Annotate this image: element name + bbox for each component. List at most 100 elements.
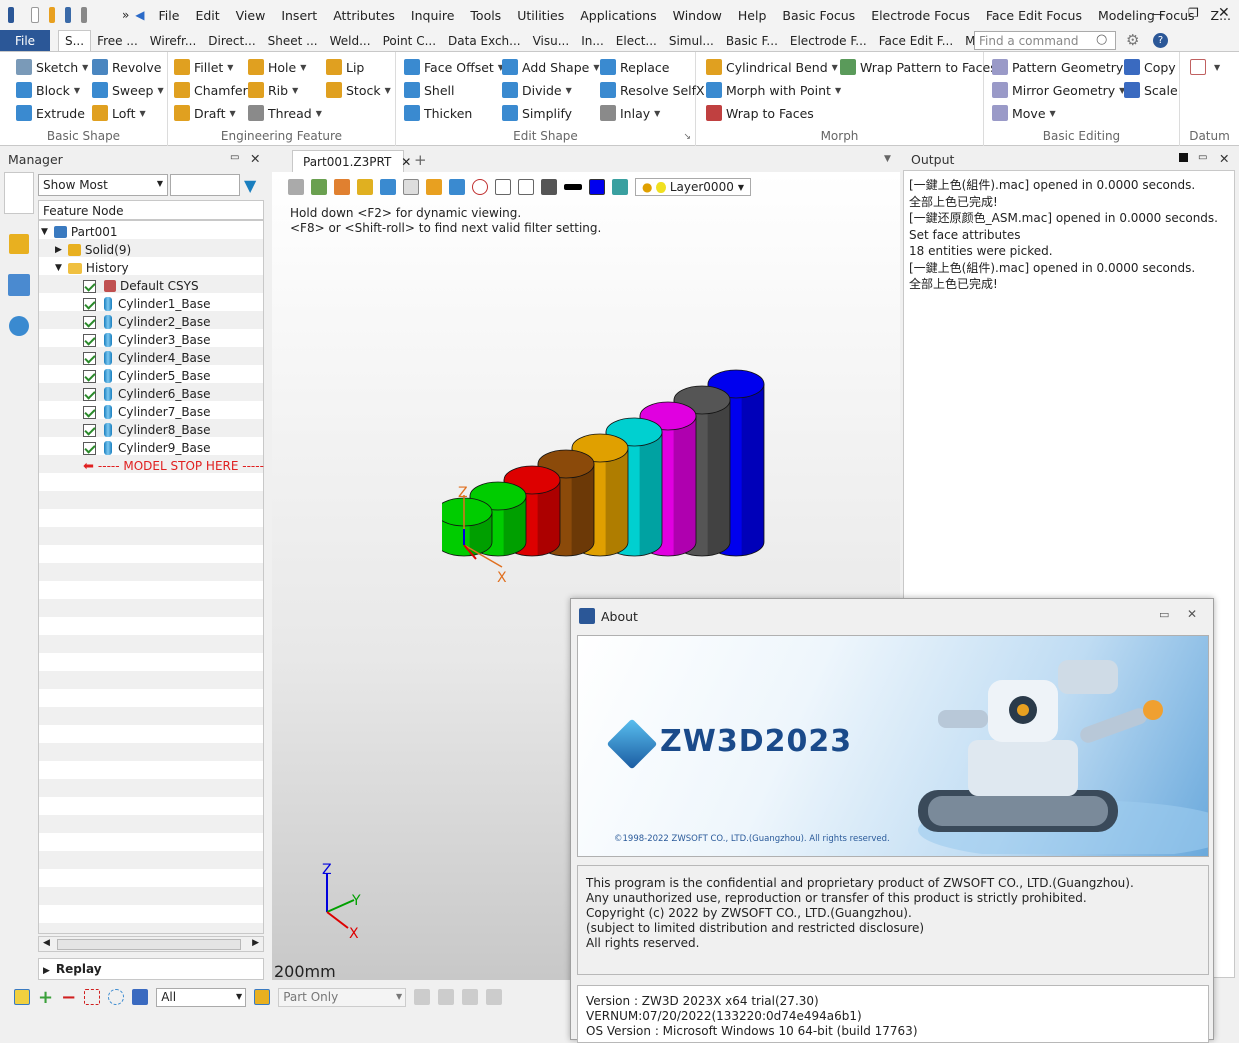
visibility-checkbox[interactable] bbox=[83, 279, 96, 293]
tab-close-icon[interactable]: ✕ bbox=[401, 155, 411, 169]
visibility-checkbox[interactable] bbox=[83, 369, 96, 383]
shaded-icon[interactable] bbox=[357, 179, 373, 195]
section-icon[interactable] bbox=[449, 179, 465, 195]
simplify-button[interactable]: Simplify bbox=[502, 103, 572, 123]
new-tab-icon[interactable]: + bbox=[414, 151, 427, 169]
layer-manager-icon[interactable] bbox=[612, 179, 628, 195]
crosshair-icon[interactable] bbox=[472, 179, 488, 195]
collapse-icon[interactable]: ▼ bbox=[41, 227, 48, 237]
menu-item[interactable]: Face Edit Focus bbox=[978, 8, 1090, 23]
ribbon-tab[interactable]: Wirefr... bbox=[144, 30, 203, 51]
ribbon-tab[interactable]: In... bbox=[575, 30, 610, 51]
resolve-selfx-button[interactable]: Resolve SelfX bbox=[600, 80, 705, 100]
about-title-bar[interactable]: About ▭ ✕ bbox=[571, 599, 1213, 633]
expand-icon[interactable]: ▶ bbox=[55, 245, 62, 255]
menu-item[interactable]: Electrode Focus bbox=[863, 8, 978, 23]
ribbon-tab[interactable]: S... bbox=[58, 30, 92, 51]
divide-button[interactable]: Divide ▼ bbox=[502, 80, 572, 100]
filter-chart-icon[interactable] bbox=[132, 989, 149, 1005]
dimension-icon[interactable] bbox=[518, 179, 534, 195]
thicken-button[interactable]: Thicken bbox=[404, 103, 472, 123]
add-icon[interactable]: + bbox=[38, 987, 53, 1008]
sweep-button[interactable]: Sweep ▼ bbox=[92, 80, 164, 100]
stock-button[interactable]: Stock ▼ bbox=[326, 80, 391, 100]
remove-icon[interactable]: − bbox=[61, 987, 76, 1008]
visibility-checkbox[interactable] bbox=[83, 441, 96, 455]
ribbon-tab[interactable]: Free ... bbox=[91, 30, 144, 51]
view-manager-tab-icon[interactable] bbox=[8, 274, 30, 296]
dialog-close-button[interactable]: ✕ bbox=[1187, 607, 1197, 621]
filter-dropdown[interactable]: Show Most ▼ bbox=[38, 174, 168, 196]
scroll-thumb[interactable] bbox=[57, 939, 241, 950]
tab-part001[interactable]: Part001.Z3PRT ✕ bbox=[292, 150, 411, 172]
new-file-icon[interactable] bbox=[31, 7, 39, 23]
tree-node-cylinder[interactable]: Cylinder5_Base bbox=[83, 367, 211, 385]
visibility-checkbox[interactable] bbox=[83, 315, 96, 329]
app-icon[interactable] bbox=[8, 7, 15, 23]
copy-button[interactable]: Copy bbox=[1124, 57, 1176, 77]
ribbon-tab[interactable]: Visu... bbox=[527, 30, 576, 51]
menu-item[interactable]: Inquire bbox=[403, 8, 463, 23]
face-offset-button[interactable]: Face Offset ▼ bbox=[404, 57, 504, 77]
visibility-checkbox[interactable] bbox=[83, 333, 96, 347]
tree-node-cylinder[interactable]: Cylinder4_Base bbox=[83, 349, 211, 367]
background-icon[interactable] bbox=[541, 179, 557, 195]
add-shape-button[interactable]: Add Shape ▼ bbox=[502, 57, 599, 77]
menu-item[interactable]: Help bbox=[730, 8, 775, 23]
ribbon-tab[interactable]: Direct... bbox=[202, 30, 261, 51]
tree-node-history[interactable]: ▼ History bbox=[55, 259, 129, 277]
fit-view-icon[interactable] bbox=[495, 179, 511, 195]
ribbon-tab[interactable]: Face Edit F... bbox=[873, 30, 959, 51]
pick-option-icon-2[interactable] bbox=[438, 989, 455, 1005]
assembly-tab-icon[interactable] bbox=[9, 234, 29, 254]
menu-item[interactable]: View bbox=[228, 8, 274, 23]
user-tab-icon[interactable] bbox=[9, 316, 29, 336]
tree-node-cylinder[interactable]: Cylinder9_Base bbox=[83, 439, 211, 457]
command-search-input[interactable]: Find a command bbox=[974, 31, 1116, 50]
revolve-button[interactable]: Revolve bbox=[92, 57, 161, 77]
scroll-right-icon[interactable]: ▶ bbox=[252, 938, 259, 948]
render-icon[interactable] bbox=[426, 179, 442, 195]
ribbon-tab[interactable]: Simul... bbox=[663, 30, 720, 51]
hole-button[interactable]: Hole ▼ bbox=[248, 57, 306, 77]
tree-node-part[interactable]: ▼ Part001 bbox=[41, 223, 118, 241]
part-filter-icon[interactable] bbox=[254, 989, 271, 1005]
search-icon[interactable]: ○ bbox=[1096, 32, 1107, 47]
morph-with-point-button[interactable]: Morph with Point ▼ bbox=[706, 80, 841, 100]
visibility-checkbox[interactable] bbox=[83, 423, 96, 437]
fillet-button[interactable]: Fillet ▼ bbox=[174, 57, 233, 77]
view-filter-icon[interactable] bbox=[311, 179, 327, 195]
menu-item[interactable]: Insert bbox=[273, 8, 325, 23]
menu-item[interactable]: File bbox=[151, 8, 188, 23]
ribbon-tab[interactable]: Elect... bbox=[610, 30, 663, 51]
menu-overflow[interactable]: » bbox=[122, 8, 129, 22]
select-pointer-icon[interactable] bbox=[14, 989, 30, 1005]
pick-option-icon-1[interactable] bbox=[414, 989, 431, 1005]
save-icon[interactable] bbox=[64, 7, 71, 23]
sketch-button[interactable]: Sketch ▼ bbox=[16, 57, 88, 77]
scroll-left-icon[interactable]: ◀ bbox=[43, 938, 50, 948]
menu-item[interactable]: Applications bbox=[572, 8, 664, 23]
tree-node-csys[interactable]: Default CSYS bbox=[83, 277, 199, 295]
ribbon-tab[interactable]: Sheet ... bbox=[262, 30, 324, 51]
ribbon-tab[interactable]: Point C... bbox=[377, 30, 442, 51]
visibility-checkbox[interactable] bbox=[83, 387, 96, 401]
minimize-button[interactable]: — bbox=[1152, 7, 1164, 21]
replay-section[interactable]: ▶ Replay bbox=[38, 958, 264, 980]
wrap-pattern-button[interactable]: Wrap Pattern to Faces bbox=[840, 57, 997, 77]
dialog-launcher-icon[interactable]: ↘ bbox=[683, 132, 691, 142]
menu-item[interactable]: Attributes bbox=[325, 8, 403, 23]
funnel-filter-icon[interactable]: ▼ bbox=[244, 176, 256, 195]
loft-button[interactable]: Loft ▼ bbox=[92, 103, 146, 123]
tree-node-cylinder[interactable]: Cylinder6_Base bbox=[83, 385, 211, 403]
tree-node-cylinder[interactable]: Cylinder8_Base bbox=[83, 421, 211, 439]
history-tab-icon[interactable] bbox=[4, 172, 34, 214]
help-icon[interactable]: ? bbox=[1153, 33, 1168, 48]
draft-button[interactable]: Draft ▼ bbox=[174, 103, 236, 123]
panel-close-icon[interactable]: ✕ bbox=[1219, 151, 1229, 166]
wrap-to-faces-button[interactable]: Wrap to Faces bbox=[706, 103, 814, 123]
pick-option-icon-3[interactable] bbox=[462, 989, 479, 1005]
file-tab[interactable]: File bbox=[0, 30, 50, 51]
panel-pin-icon[interactable]: ▭ bbox=[1198, 152, 1207, 163]
ribbon-tab[interactable]: Data Exch... bbox=[442, 30, 527, 51]
